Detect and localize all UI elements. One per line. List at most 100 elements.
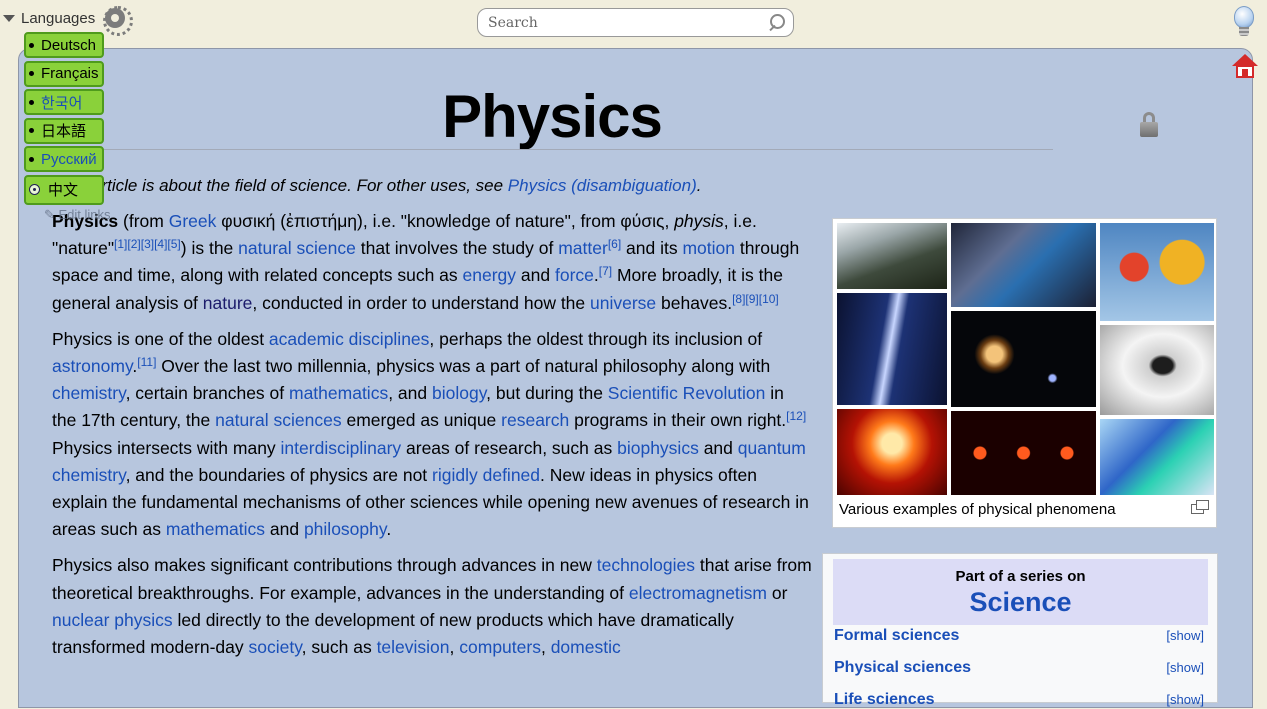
citation-link[interactable]: [7] <box>599 264 612 278</box>
language-label: Français <box>41 65 99 82</box>
text-run: , <box>540 637 551 658</box>
language-item[interactable]: Русский <box>24 146 104 172</box>
citation-link[interactable]: [6] <box>608 237 621 251</box>
article-link[interactable]: rigidly defined <box>432 465 540 485</box>
simulation-render-photo <box>1100 419 1214 495</box>
text-run: , but during the <box>486 383 608 404</box>
citation-link[interactable]: [8][9][10] <box>732 292 779 306</box>
language-label: Deutsch <box>41 36 97 54</box>
article-link[interactable]: mathematics <box>166 519 265 539</box>
language-item[interactable]: 中文 <box>24 174 104 205</box>
citation-link[interactable]: [11] <box>137 355 156 369</box>
article-link[interactable]: nature <box>203 293 253 313</box>
hatnote: is article is about the field of science… <box>75 176 701 196</box>
text-run: that involves the study of <box>355 238 559 259</box>
article-link[interactable]: Greek <box>169 211 217 231</box>
series-row-physical: Physical sciences [show] <box>834 659 1204 677</box>
text-run: Physics is one of the oldest <box>52 328 269 349</box>
language-item[interactable]: 日本語 <box>24 117 104 144</box>
article-link[interactable]: force <box>555 265 594 285</box>
article-link[interactable]: biology <box>432 383 486 403</box>
text-run: Over the last two millennia, physics was… <box>156 356 771 377</box>
gear-icon[interactable] <box>103 6 134 36</box>
article-link[interactable]: Scientific Revolution <box>608 383 766 403</box>
article-link[interactable]: chemistry <box>52 383 126 403</box>
series-show-toggle[interactable]: [show] <box>1166 692 1204 707</box>
waterfall-rainbow-photo <box>837 223 947 289</box>
article-link[interactable]: energy <box>463 265 517 285</box>
article-link[interactable]: natural science <box>238 238 356 258</box>
article-link[interactable]: natural sciences <box>215 410 341 430</box>
superfluid-photo <box>1100 325 1214 415</box>
hatnote-end: . <box>696 176 702 195</box>
hot-air-balloons-photo <box>1100 223 1214 321</box>
article-link[interactable]: technologies <box>597 555 695 575</box>
italic-term: physis <box>674 211 724 231</box>
series-show-toggle[interactable]: [show] <box>1166 628 1204 643</box>
series-name-link[interactable]: Science <box>833 587 1208 618</box>
article-link[interactable]: research <box>501 410 569 430</box>
bullet-icon <box>29 71 34 76</box>
article-link[interactable]: domestic <box>551 637 621 657</box>
article-link[interactable]: television <box>377 637 450 657</box>
article-link[interactable]: biophysics <box>617 438 699 458</box>
lightbulb-icon[interactable] <box>1233 6 1255 38</box>
text-run: , and <box>388 383 432 404</box>
text-run: areas of research, such as <box>401 437 618 458</box>
article-link[interactable]: computers <box>459 637 541 657</box>
article-link[interactable]: astronomy <box>52 356 132 376</box>
edit-links-link[interactable]: ✎ Edit links <box>44 207 111 223</box>
language-label: 日本語 <box>41 123 87 140</box>
infobox-caption: Various examples of physical phenomena <box>839 501 1116 518</box>
text-run: and <box>516 265 555 286</box>
phenomena-collage[interactable] <box>837 223 1214 495</box>
bullet-icon <box>29 99 34 105</box>
article-link[interactable]: interdisciplinary <box>281 438 402 458</box>
article-link[interactable]: mathematics <box>289 383 388 403</box>
text-run: ) is the <box>180 238 239 259</box>
text-run: behaves. <box>656 292 733 313</box>
article-body: Physics (from Greek φυσική (ἐπιστήμη), i… <box>52 208 812 670</box>
text-run: (from <box>118 211 169 231</box>
language-item[interactable]: 한국어 <box>24 89 104 115</box>
language-item[interactable]: Deutsch <box>24 32 104 58</box>
citation-link[interactable]: [12] <box>786 409 806 423</box>
lock-icon <box>1140 112 1158 138</box>
text-run: φυσική (ἐπιστήμη), i.e. "knowledge of na… <box>216 211 675 231</box>
hatnote-link[interactable]: Physics (disambiguation) <box>508 176 697 195</box>
bullet-icon <box>29 42 34 48</box>
article-link[interactable]: nuclear physics <box>52 610 173 630</box>
search-input[interactable] <box>486 13 768 32</box>
language-label: Русский <box>41 150 97 168</box>
bullet-icon <box>29 128 34 133</box>
series-row-label[interactable]: Formal sciences <box>834 627 959 645</box>
series-show-toggle[interactable]: [show] <box>1166 660 1204 675</box>
article-link[interactable]: universe <box>590 293 656 313</box>
page-title: Physics <box>442 83 663 150</box>
article-link[interactable]: philosophy <box>304 519 386 539</box>
language-list: Deutsch Français 한국어 日本語 Русский 中文 <box>24 32 104 207</box>
text-run: or <box>767 582 788 603</box>
text-run: . <box>386 519 392 540</box>
article-link[interactable]: society <box>248 637 301 657</box>
home-icon[interactable] <box>1232 54 1258 80</box>
citation-link[interactable]: [1][2][3][4][5] <box>114 237 181 251</box>
language-item[interactable]: Français <box>24 60 104 87</box>
text-run: , such as <box>301 637 377 658</box>
language-label: 한국어 <box>41 94 83 112</box>
search-icon[interactable] <box>768 14 785 31</box>
paragraph: Physics also makes significant contribut… <box>52 552 812 661</box>
enlarge-icon[interactable] <box>1191 500 1209 514</box>
series-row-label[interactable]: Physical sciences <box>834 659 971 677</box>
radio-circle-icon <box>29 184 40 195</box>
article-link[interactable]: matter <box>558 238 608 258</box>
article-link[interactable]: motion <box>682 238 735 258</box>
article-link[interactable]: academic disciplines <box>269 329 430 349</box>
text-run: and its <box>621 238 683 259</box>
text-run: , certain branches of <box>125 383 289 404</box>
article-link[interactable]: electromagnetism <box>629 583 767 603</box>
text-run: Physics intersects with many <box>52 437 281 458</box>
paragraph: Physics is one of the oldest academic di… <box>52 326 812 544</box>
diffraction-pattern-photo <box>951 411 1096 495</box>
languages-toggle[interactable]: Languages <box>3 6 134 36</box>
